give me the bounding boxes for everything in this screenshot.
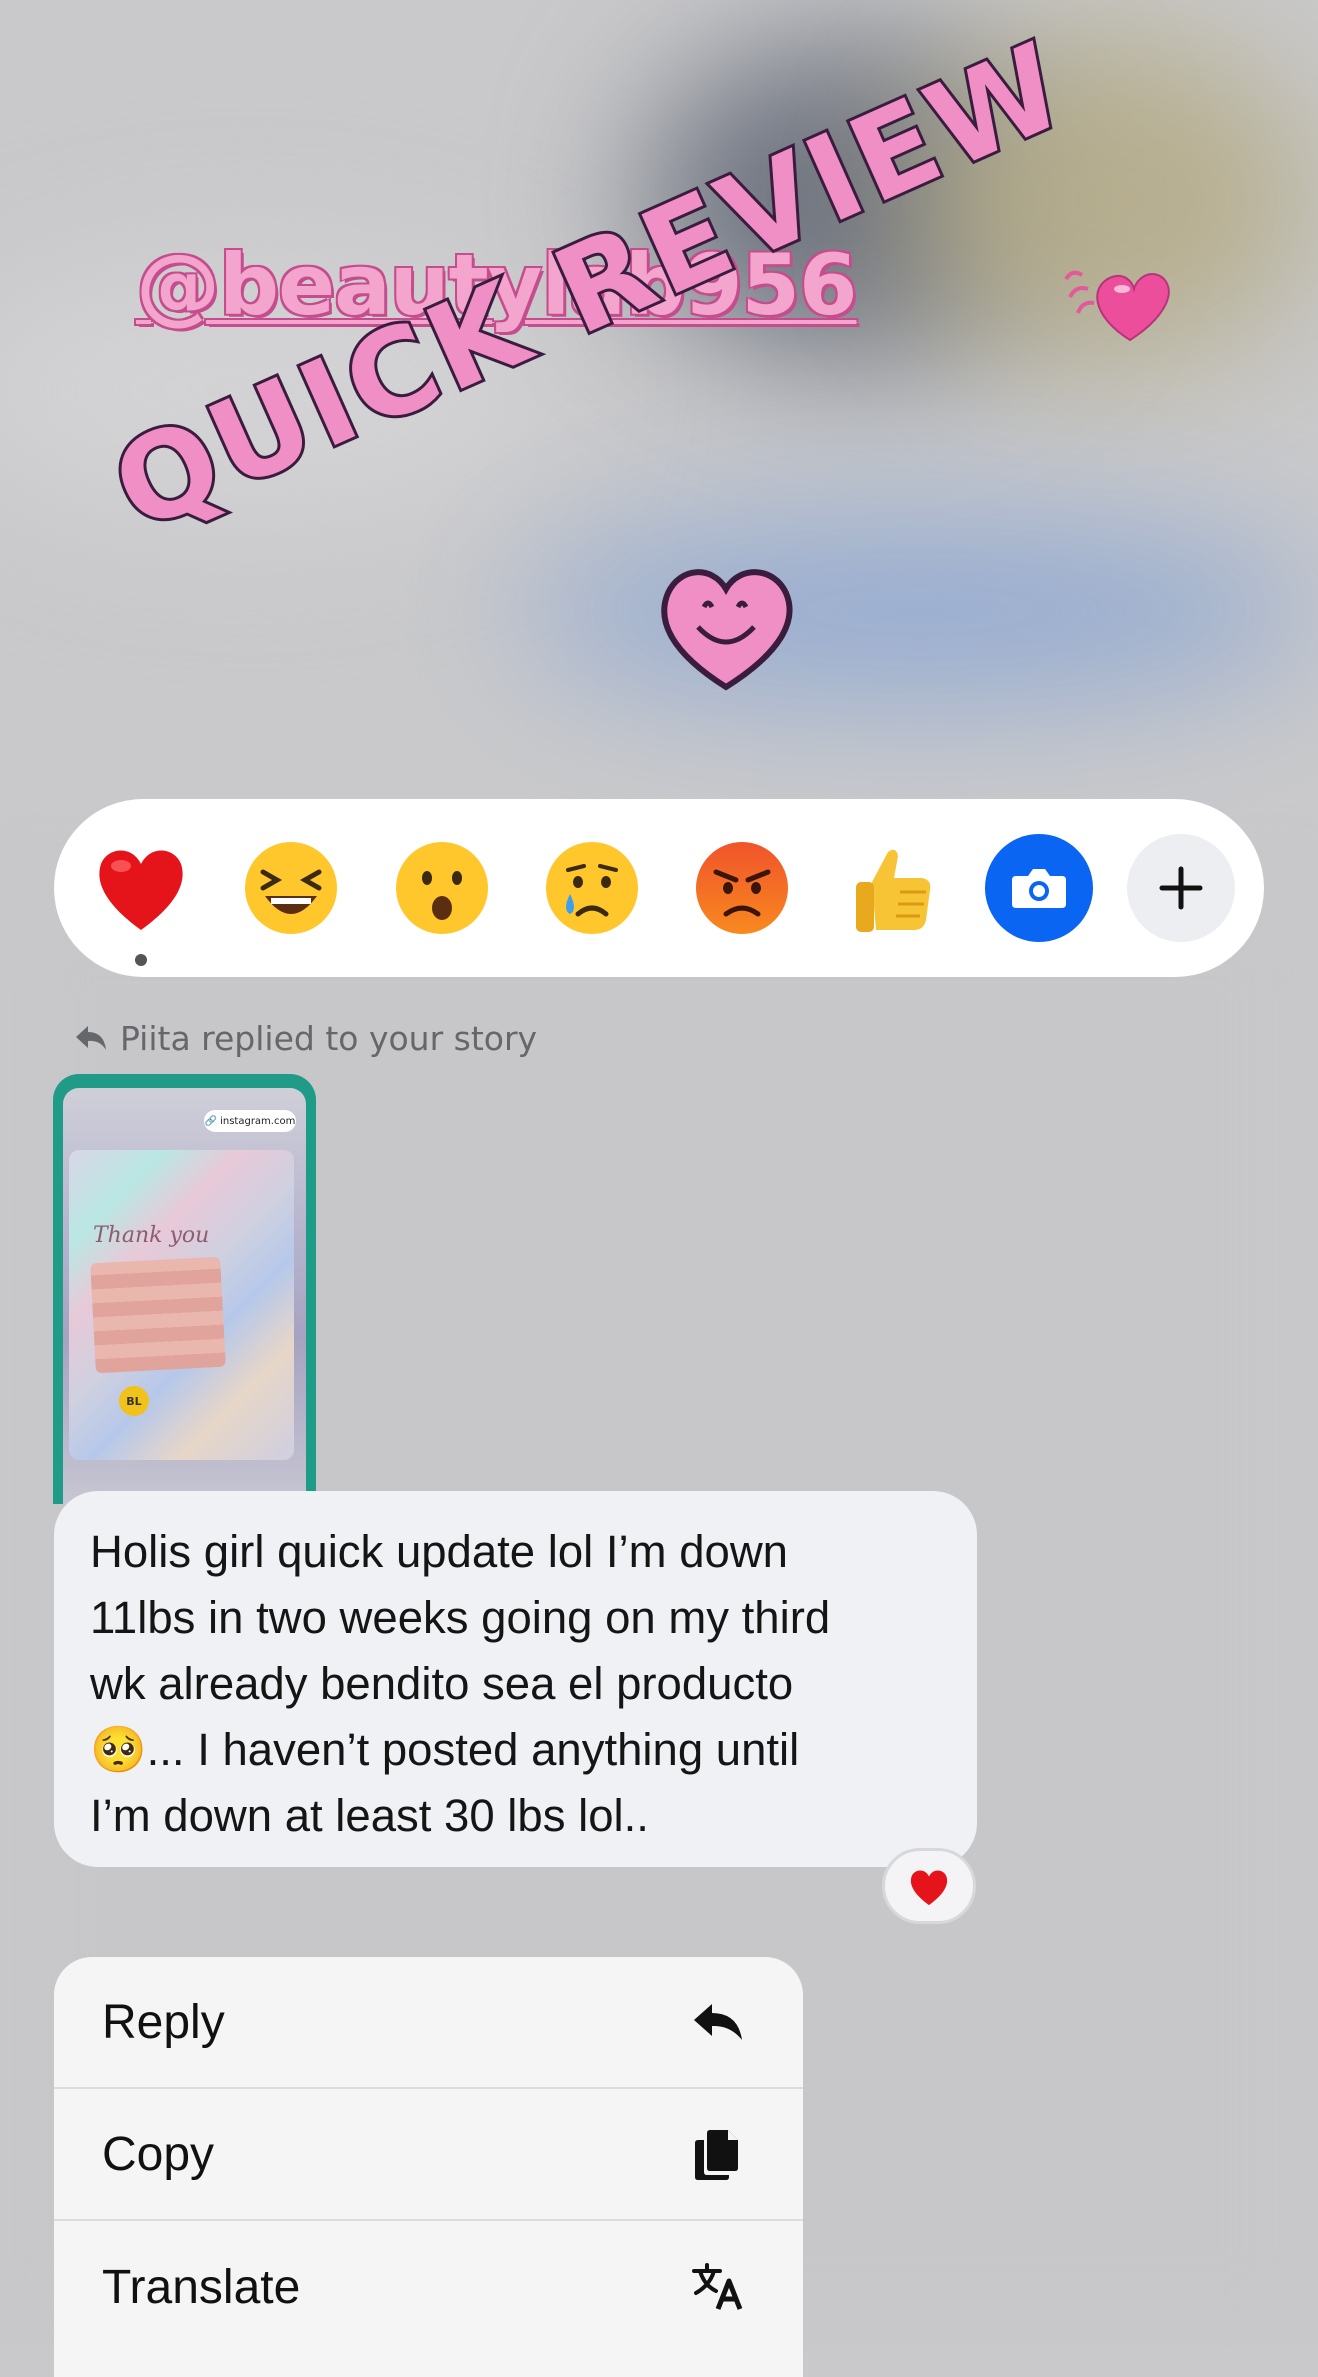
crying-face-icon (545, 842, 638, 934)
reply-arrow-icon (76, 1026, 106, 1050)
pink-pouch (90, 1256, 226, 1374)
reaction-angry[interactable] (684, 830, 800, 946)
reaction-thumbs-up[interactable] (834, 830, 950, 946)
smiling-heart-icon (661, 569, 793, 691)
menu-item-translate[interactable]: Translate (54, 2221, 803, 2353)
message-reaction-badge[interactable] (882, 1848, 976, 1924)
brand-badge: BL (119, 1386, 149, 1416)
menu-item-label: Translate (102, 2260, 301, 2314)
reaction-laughing[interactable] (233, 830, 349, 946)
menu-item-label: Reply (102, 1995, 225, 2049)
link-sticker-text: instagram.com (220, 1115, 296, 1127)
red-heart-icon (910, 1870, 948, 1906)
reaction-surprised[interactable] (384, 830, 500, 946)
link-sticker: 🔗 instagram.com (204, 1110, 296, 1132)
menu-item-reply[interactable]: Reply (54, 1957, 803, 2089)
story-thumbnail[interactable]: 🔗 instagram.com Thank you BL (53, 1074, 316, 1504)
more-reactions-button[interactable] (1126, 834, 1235, 942)
message-bubble[interactable]: Holis girl quick update lol I’m down 11l… (54, 1491, 977, 1867)
reply-header-text: Piita replied to your story (120, 1018, 538, 1058)
surprised-face-icon (395, 842, 488, 934)
message-text: Holis girl quick update lol I’m down 11l… (90, 1526, 831, 1841)
context-menu: Reply Copy Translate (54, 1957, 803, 2377)
copy-icon (691, 2127, 745, 2181)
laughing-face-icon (245, 842, 338, 934)
story-image: 🔗 instagram.com Thank you BL (63, 1088, 306, 1504)
menu-item-label: Copy (102, 2127, 215, 2181)
reply-header: Piita replied to your story (74, 1016, 537, 1060)
reaction-bar (54, 799, 1264, 977)
reaction-heart[interactable] (83, 830, 199, 966)
plus-icon (1159, 866, 1203, 910)
reply-icon (691, 1995, 745, 2049)
link-icon: 🔗 (204, 1115, 218, 1127)
flying-heart-icon (1064, 270, 1170, 342)
menu-item-copy[interactable]: Copy (54, 2089, 803, 2221)
thank-you-sticker: Thank you (93, 1223, 210, 1248)
thumbs-up-icon (856, 849, 931, 932)
reaction-camera-button[interactable] (984, 834, 1093, 942)
translate-icon (691, 2260, 745, 2314)
angry-face-icon (696, 842, 789, 934)
selected-indicator (135, 954, 148, 966)
red-heart-icon (99, 850, 183, 930)
reaction-crying[interactable] (534, 830, 650, 946)
camera-icon (1011, 869, 1066, 908)
